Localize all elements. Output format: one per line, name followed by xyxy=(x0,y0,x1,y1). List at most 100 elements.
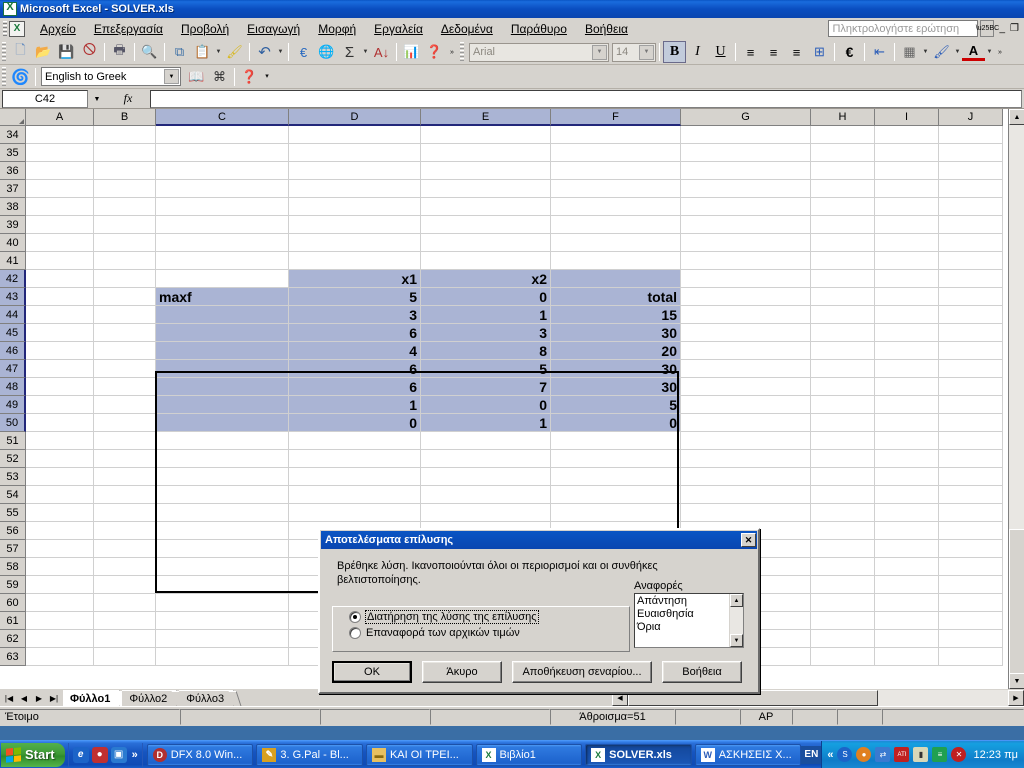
cell-F53[interactable] xyxy=(551,468,681,486)
cell-A51[interactable] xyxy=(26,432,94,450)
radio-restore-original-indicator[interactable] xyxy=(349,627,361,639)
cell-I57[interactable] xyxy=(875,540,939,558)
internet-explorer-icon[interactable]: e xyxy=(72,746,89,763)
cell-F49[interactable]: 5 xyxy=(551,396,681,414)
cell-H47[interactable] xyxy=(811,360,875,378)
cell-C36[interactable] xyxy=(156,162,289,180)
cell-A34[interactable] xyxy=(26,126,94,144)
cell-G39[interactable] xyxy=(681,216,811,234)
cell-E38[interactable] xyxy=(421,198,551,216)
cell-J60[interactable] xyxy=(939,594,1003,612)
cell-H59[interactable] xyxy=(811,576,875,594)
cell-C41[interactable] xyxy=(156,252,289,270)
list-item[interactable]: Όρια xyxy=(637,621,727,634)
firewall-tray-icon[interactable]: ● xyxy=(856,747,872,762)
prev-sheet-button[interactable]: ◀ xyxy=(17,691,31,706)
cell-E55[interactable] xyxy=(421,504,551,522)
cell-H61[interactable] xyxy=(811,612,875,630)
cell-B35[interactable] xyxy=(94,144,156,162)
cell-B51[interactable] xyxy=(94,432,156,450)
cell-C62[interactable] xyxy=(156,630,289,648)
format-painter-icon[interactable]: 🖌 xyxy=(223,41,246,63)
cell-H38[interactable] xyxy=(811,198,875,216)
cell-H52[interactable] xyxy=(811,450,875,468)
row-header-44[interactable]: 44 xyxy=(0,306,26,324)
cell-H44[interactable] xyxy=(811,306,875,324)
cell-D45[interactable]: 6 xyxy=(289,324,421,342)
cell-H36[interactable] xyxy=(811,162,875,180)
cancel-button[interactable]: Άκυρο xyxy=(422,661,502,683)
row-header-40[interactable]: 40 xyxy=(0,234,26,252)
cell-A42[interactable] xyxy=(26,270,94,288)
decrease-indent-icon[interactable]: ⇤ xyxy=(868,41,891,63)
fill-color-icon[interactable]: 🖌 xyxy=(930,41,953,63)
cell-D37[interactable] xyxy=(289,180,421,198)
cell-G34[interactable] xyxy=(681,126,811,144)
cell-B39[interactable] xyxy=(94,216,156,234)
radio-keep-solution[interactable]: Διατήρηση της λύσης της επίλυσης xyxy=(333,607,629,624)
cell-G52[interactable] xyxy=(681,450,811,468)
cell-I35[interactable] xyxy=(875,144,939,162)
cell-F35[interactable] xyxy=(551,144,681,162)
cell-I51[interactable] xyxy=(875,432,939,450)
cell-A35[interactable] xyxy=(26,144,94,162)
help-button[interactable]: Βοήθεια xyxy=(662,661,742,683)
chart-wizard-icon[interactable]: 📊 xyxy=(400,41,423,63)
font-size-combo[interactable]: 14 ▼ xyxy=(612,42,656,62)
align-left-icon[interactable]: ≡ xyxy=(739,41,762,63)
standard-toolbar-grip[interactable] xyxy=(2,42,6,62)
cell-E41[interactable] xyxy=(421,252,551,270)
cell-H54[interactable] xyxy=(811,486,875,504)
reports-scroll-down-button[interactable]: ▼ xyxy=(730,634,743,647)
cell-C60[interactable] xyxy=(156,594,289,612)
cell-H63[interactable] xyxy=(811,648,875,666)
cell-A52[interactable] xyxy=(26,450,94,468)
language-indicator[interactable]: EN xyxy=(801,745,822,764)
show-desktop-icon[interactable]: ▣ xyxy=(110,746,127,763)
cell-C63[interactable] xyxy=(156,648,289,666)
sheet-tab-fyllo1[interactable]: Φύλλο1 xyxy=(63,690,121,706)
translation-language-dropdown-icon[interactable]: ▼ xyxy=(164,69,179,84)
cell-E40[interactable] xyxy=(421,234,551,252)
cell-D51[interactable] xyxy=(289,432,421,450)
cell-A59[interactable] xyxy=(26,576,94,594)
new-icon[interactable]: 🗋 xyxy=(9,41,32,63)
cell-B43[interactable] xyxy=(94,288,156,306)
menu-item-view[interactable]: Προβολή xyxy=(172,19,238,39)
cell-F38[interactable] xyxy=(551,198,681,216)
cell-B57[interactable] xyxy=(94,540,156,558)
column-header-d[interactable]: D xyxy=(289,109,421,126)
cell-E54[interactable] xyxy=(421,486,551,504)
cell-B42[interactable] xyxy=(94,270,156,288)
cell-F46[interactable]: 20 xyxy=(551,342,681,360)
cell-I56[interactable] xyxy=(875,522,939,540)
column-header-g[interactable]: G xyxy=(681,109,811,126)
cell-B40[interactable] xyxy=(94,234,156,252)
row-header-48[interactable]: 48 xyxy=(0,378,26,396)
font-name-combo[interactable]: Arial ▼ xyxy=(469,42,609,62)
cell-D44[interactable]: 3 xyxy=(289,306,421,324)
cell-E39[interactable] xyxy=(421,216,551,234)
cell-G44[interactable] xyxy=(681,306,811,324)
cell-J61[interactable] xyxy=(939,612,1003,630)
cell-G37[interactable] xyxy=(681,180,811,198)
cell-C46[interactable] xyxy=(156,342,289,360)
cell-J39[interactable] xyxy=(939,216,1003,234)
cell-A41[interactable] xyxy=(26,252,94,270)
column-header-e[interactable]: E xyxy=(421,109,551,126)
row-header-41[interactable]: 41 xyxy=(0,252,26,270)
cell-C58[interactable] xyxy=(156,558,289,576)
cell-F36[interactable] xyxy=(551,162,681,180)
cell-G43[interactable] xyxy=(681,288,811,306)
cell-C47[interactable] xyxy=(156,360,289,378)
merge-and-center-icon[interactable]: ⊞ xyxy=(808,41,831,63)
cell-A48[interactable] xyxy=(26,378,94,396)
cell-H41[interactable] xyxy=(811,252,875,270)
cell-D53[interactable] xyxy=(289,468,421,486)
cell-J42[interactable] xyxy=(939,270,1003,288)
cell-G42[interactable] xyxy=(681,270,811,288)
sheet-tab-fyllo2[interactable]: Φύλλο2 xyxy=(122,690,178,706)
media-player-icon[interactable]: ● xyxy=(91,746,108,763)
menu-item-data[interactable]: Δεδομένα xyxy=(432,19,502,39)
cell-H53[interactable] xyxy=(811,468,875,486)
